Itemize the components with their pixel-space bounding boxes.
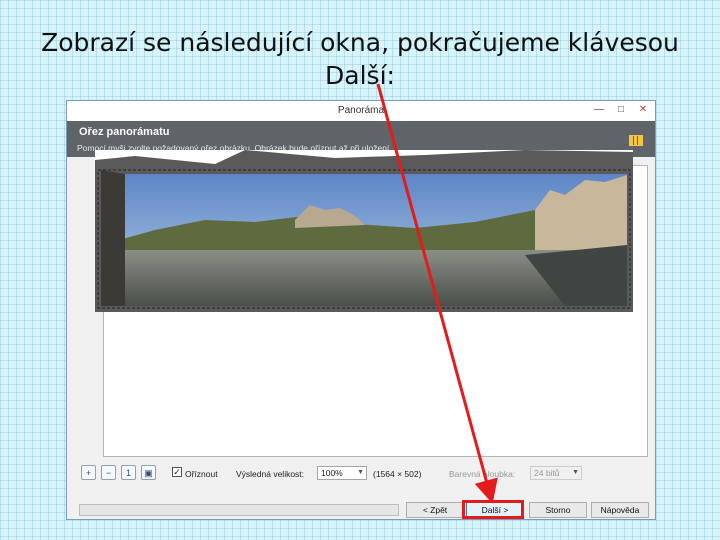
- actual-size-icon[interactable]: 1: [121, 465, 136, 480]
- color-depth-value: 24 bitů: [534, 468, 560, 478]
- maximize-icon[interactable]: □: [611, 101, 631, 121]
- crop-checkbox[interactable]: ✓: [172, 467, 182, 477]
- chevron-down-icon: ▼: [357, 469, 364, 476]
- slide-title-line-1: Zobrazí se následující okna, pokračujeme…: [41, 28, 679, 57]
- zoom-value: 100%: [321, 468, 343, 478]
- zoom-out-icon[interactable]: −: [101, 465, 116, 480]
- back-button[interactable]: < Zpět: [406, 502, 464, 518]
- progress-bar: [79, 504, 399, 516]
- color-depth-select[interactable]: 24 bitů ▼: [530, 466, 582, 480]
- window-title: Panoráma: [337, 105, 385, 116]
- help-button[interactable]: Nápověda: [591, 502, 649, 518]
- fit-window-icon[interactable]: ▣: [141, 465, 156, 480]
- section-title: Ořez panorámatu: [79, 126, 170, 138]
- slide-title-line-2: Další:: [325, 61, 395, 90]
- minimize-icon[interactable]: —: [589, 101, 609, 121]
- dimensions-text: (1564 × 502): [373, 469, 422, 479]
- chevron-down-icon: ▼: [572, 469, 579, 476]
- color-depth-label: Barevná hloubka:: [449, 469, 516, 479]
- zoom-in-icon[interactable]: +: [81, 465, 96, 480]
- result-size-label: Výsledná velikost:: [236, 469, 305, 479]
- window-titlebar[interactable]: Panoráma — □ ✕: [67, 101, 655, 122]
- grid-icon: [629, 135, 643, 146]
- zoom-toolbar: + − 1 ▣ ✓ Oříznout Výsledná velikost: 10…: [81, 463, 645, 485]
- close-icon[interactable]: ✕: [633, 101, 653, 121]
- zoom-select[interactable]: 100% ▼: [317, 466, 367, 480]
- panorama-photo[interactable]: [95, 150, 633, 312]
- slide-title: Zobrazí se následující okna, pokračujeme…: [30, 26, 690, 92]
- crop-label: Oříznout: [185, 469, 218, 479]
- panorama-dialog: Panoráma — □ ✕ Ořez panorámatu Pomocí my…: [66, 100, 656, 520]
- next-button-highlight: [462, 500, 524, 519]
- cancel-button[interactable]: Storno: [529, 502, 587, 518]
